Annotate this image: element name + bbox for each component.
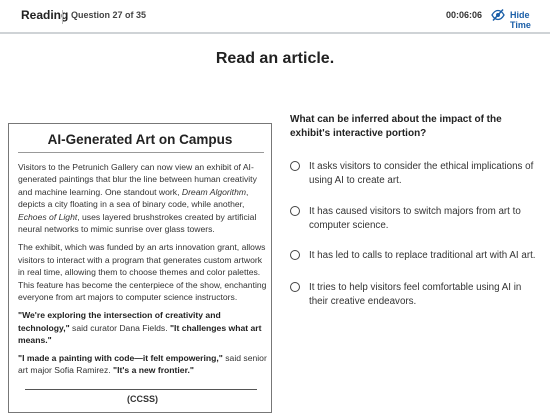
top-bar: Reading Question 27 of 35 00:06:06 Hide … — [0, 0, 550, 34]
answer-option-label: It has caused visitors to switch majors … — [309, 206, 521, 231]
answer-option-2[interactable]: It has caused visitors to switch majors … — [290, 206, 540, 236]
article-title-divider — [18, 152, 264, 153]
question-text: What can be inferred about the impact of… — [290, 114, 502, 139]
article-title: AI-Generated Art on Campus — [47, 132, 233, 147]
radio-button[interactable] — [290, 282, 300, 292]
article-bottom-divider — [25, 389, 257, 390]
hide-time-button[interactable]: Hide Time — [510, 10, 550, 30]
article-card: AI-Generated Art on Campus Visitors to t… — [8, 123, 272, 413]
answer-option-label: It tries to help visitors feel comfortab… — [309, 282, 522, 307]
answer-option-4[interactable]: It tries to help visitors feel comfortab… — [290, 282, 540, 312]
answer-option-3[interactable]: It has led to calls to replace tradition… — [290, 250, 540, 280]
article-cut-text: (CCSS) — [127, 394, 158, 404]
article-body: Visitors to the Petrunich Gallery can no… — [18, 161, 268, 382]
article-paragraph-1: Visitors to the Petrunich Gallery can no… — [18, 162, 257, 235]
answer-option-1[interactable]: It asks visitors to consider the ethical… — [290, 161, 540, 191]
prompt-title: Read an article. — [215, 50, 335, 67]
radio-button[interactable] — [290, 250, 300, 260]
eye-slash-icon[interactable] — [491, 8, 505, 22]
timer: 00:06:06 — [445, 10, 482, 20]
article-paragraph-2: The exhibit, which was funded by an arts… — [18, 242, 267, 303]
header-divider — [62, 10, 63, 24]
radio-button[interactable] — [290, 161, 300, 171]
article-quote-2: "I made a painting with code—it felt emp… — [18, 352, 267, 376]
answer-option-label: It has led to calls to replace tradition… — [309, 250, 536, 261]
radio-button[interactable] — [290, 206, 300, 216]
answer-option-label: It asks visitors to consider the ethical… — [309, 161, 534, 186]
article-quote-1: "We're exploring the intersection of cre… — [18, 310, 262, 346]
question-counter: Question 27 of 35 — [71, 10, 147, 20]
